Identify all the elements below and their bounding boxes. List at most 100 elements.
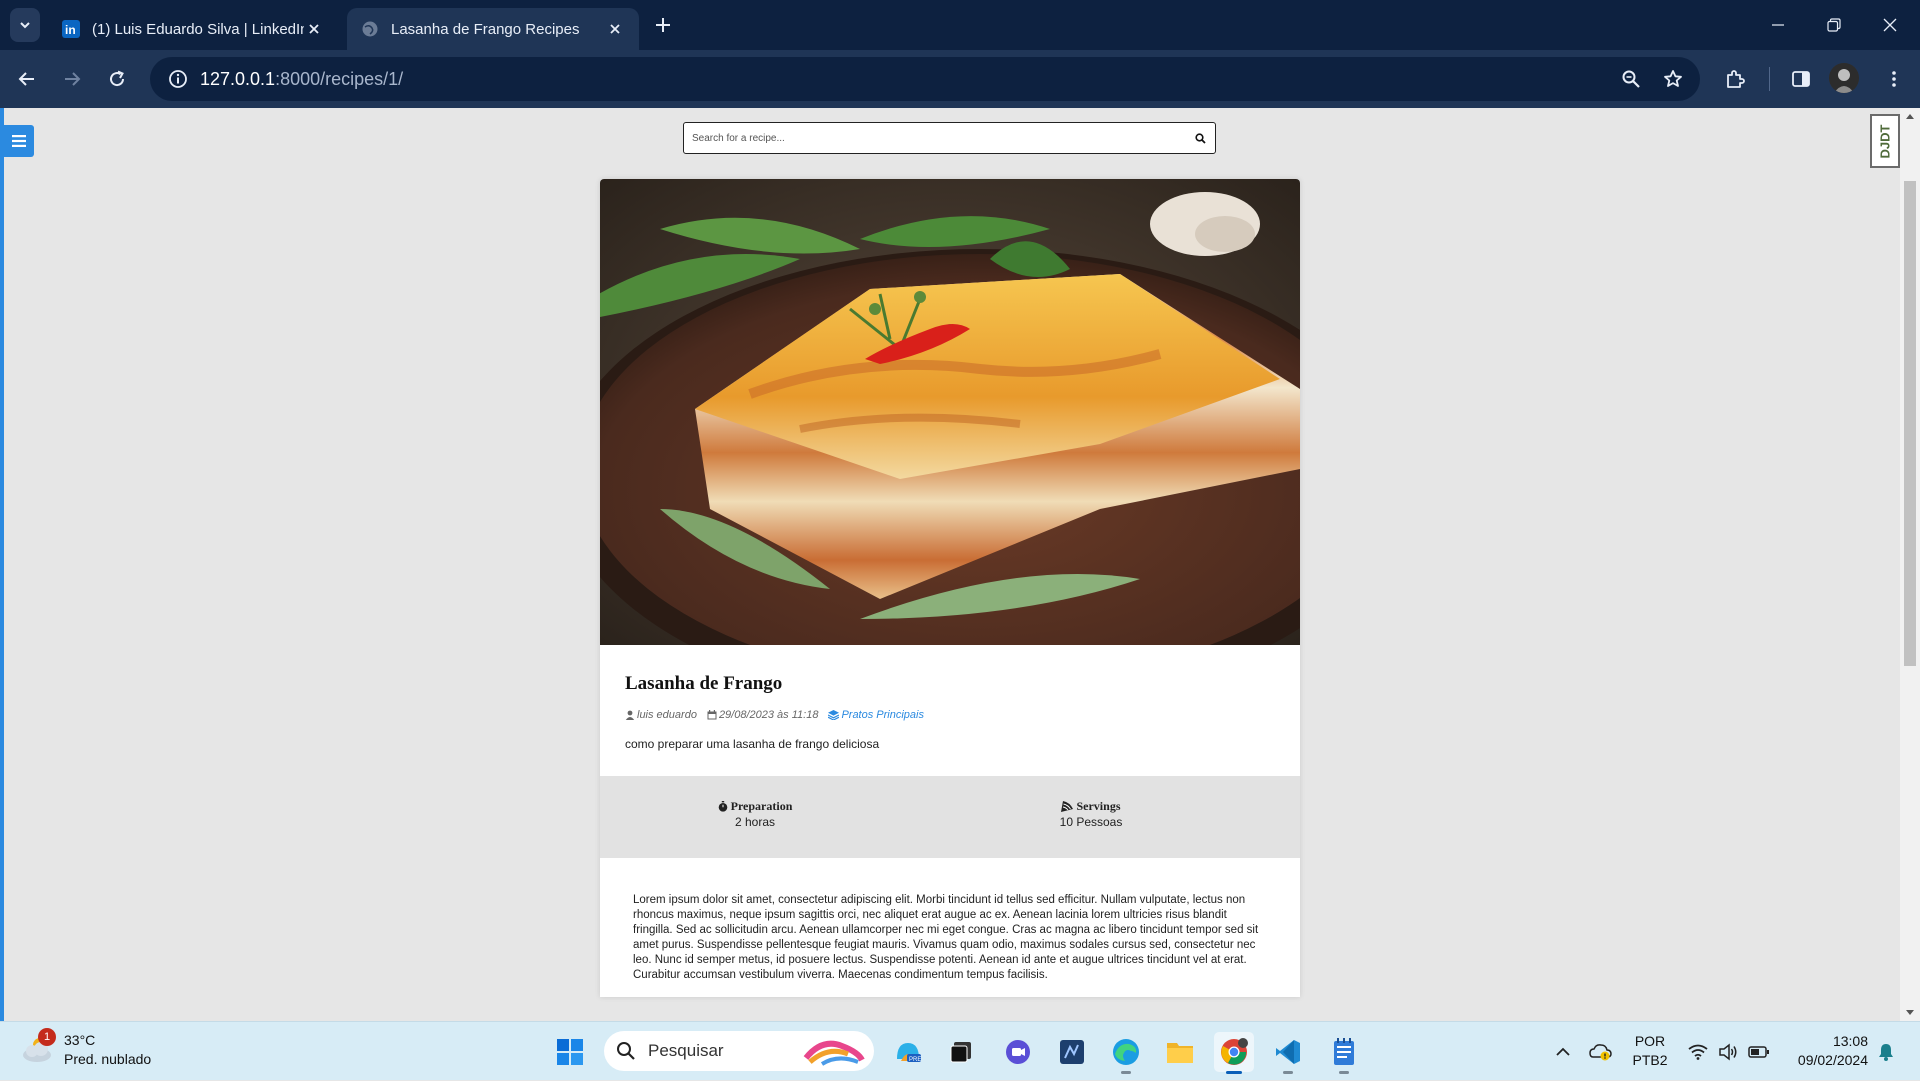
url-text[interactable]: 127.0.0.1:8000/recipes/1/ — [200, 69, 403, 90]
calendar-icon — [707, 710, 717, 720]
close-icon[interactable] — [304, 19, 324, 39]
weather-badge: 1 — [38, 1028, 56, 1046]
new-tab-button[interactable] — [648, 10, 678, 40]
weather-temperature: 33°C — [64, 1032, 96, 1048]
notification-bell-icon[interactable] — [1872, 1022, 1900, 1081]
windows-logo-icon — [557, 1039, 583, 1065]
arrow-right-icon — [65, 72, 81, 86]
close-window-button[interactable] — [1862, 0, 1918, 50]
servings-value: 10 Pessoas — [1059, 815, 1123, 829]
recipe-card: Lasanha de Frango luis eduardo 29/08/202… — [600, 179, 1300, 997]
tab-recipes[interactable]: Lasanha de Frango Recipes — [347, 8, 639, 50]
start-button[interactable] — [550, 1032, 590, 1072]
meet-app-icon[interactable] — [998, 1032, 1038, 1072]
stopwatch-icon — [718, 801, 727, 812]
page-scrollbar[interactable] — [1900, 108, 1920, 1021]
recipe-date: 29/08/2023 às 11:18 — [707, 709, 818, 721]
task-view-icon[interactable] — [942, 1032, 982, 1072]
wifi-icon[interactable] — [1684, 1022, 1712, 1081]
bookmark-star-icon[interactable] — [1657, 63, 1689, 95]
sidebar-edge — [0, 108, 4, 1021]
scroll-thumb[interactable] — [1904, 181, 1916, 666]
more-vertical-icon — [1892, 71, 1896, 87]
menu-toggle-button[interactable] — [4, 125, 34, 157]
input-language-indicator[interactable]: POR PTB2 — [1628, 1032, 1672, 1070]
minimize-button[interactable] — [1750, 0, 1806, 50]
search-button[interactable] — [1185, 123, 1215, 153]
recipe-card-body: Lasanha de Frango luis eduardo 29/08/202… — [600, 645, 1300, 776]
show-hidden-icons-button[interactable] — [1548, 1022, 1578, 1081]
recipe-description: como preparar uma lasanha de frango deli… — [625, 737, 880, 751]
recipe-meta: luis eduardo 29/08/2023 às 11:18 Pratos … — [625, 709, 1275, 721]
tab-title: Lasanha de Frango Recipes — [391, 20, 580, 38]
edge-app-icon[interactable] — [1106, 1032, 1146, 1074]
close-icon[interactable] — [605, 19, 625, 39]
onedrive-status-icon[interactable] — [1586, 1022, 1616, 1081]
recipe-instructions: Lorem ipsum dolor sit amet, consectetur … — [633, 894, 1259, 981]
plus-icon — [656, 18, 670, 32]
restore-icon — [1827, 18, 1841, 32]
extensions-button[interactable] — [1717, 61, 1753, 97]
browser-toolbar: 127.0.0.1:8000/recipes/1/ — [0, 50, 1920, 108]
windows-taskbar: 1 33°C Pred. nublado Pesquisar PRE POR P… — [0, 1021, 1920, 1080]
svg-text:in: in — [65, 23, 76, 37]
browser-menu-button[interactable] — [1876, 61, 1912, 97]
system-clock[interactable]: 13:08 09/02/2024 — [1780, 1032, 1868, 1070]
restore-button[interactable] — [1806, 0, 1862, 50]
vscode-app-icon[interactable] — [1268, 1032, 1308, 1074]
taskbar-search[interactable]: Pesquisar — [604, 1031, 874, 1071]
forward-button[interactable] — [54, 61, 90, 97]
minimize-icon — [1772, 24, 1784, 26]
servings-info: Servings 10 Pessoas — [991, 799, 1191, 829]
tab-search-button[interactable] — [10, 8, 40, 42]
notepad-app-icon[interactable] — [1324, 1032, 1364, 1074]
globe-icon — [361, 20, 379, 38]
cloud-icon: 1 — [20, 1028, 56, 1067]
hamburger-icon — [12, 135, 26, 147]
tab-linkedin[interactable]: in (1) Luis Eduardo Silva | LinkedIn — [48, 8, 338, 50]
weather-widget[interactable]: 1 33°C Pred. nublado — [20, 1028, 152, 1069]
reload-icon — [110, 70, 125, 87]
scroll-up-arrow[interactable] — [1900, 108, 1920, 124]
site-info-icon[interactable] — [156, 57, 200, 101]
profile-avatar[interactable] — [1829, 63, 1859, 93]
browser-tab-strip: in (1) Luis Eduardo Silva | LinkedIn Las… — [0, 0, 1920, 50]
puzzle-icon — [1727, 70, 1745, 88]
django-debug-toolbar-handle[interactable]: DJDT — [1870, 114, 1900, 168]
recipe-info-band: Preparation 2 horas Servings 10 Pessoas — [600, 776, 1300, 858]
svg-text:PRE: PRE — [909, 1057, 921, 1063]
toolbar-divider — [1769, 67, 1770, 91]
linkedin-icon: in — [62, 20, 80, 38]
recipe-author: luis eduardo — [625, 709, 697, 721]
search-icon — [1194, 132, 1206, 144]
battery-icon[interactable] — [1744, 1022, 1774, 1081]
recipe-title[interactable]: Lasanha de Frango — [625, 673, 1275, 695]
weather-description: Pred. nublado — [64, 1051, 152, 1067]
recipe-search-input[interactable] — [684, 132, 1185, 144]
preparation-label-row: Preparation — [655, 799, 855, 814]
close-icon — [1883, 18, 1897, 32]
chrome-app-icon[interactable] — [1214, 1032, 1254, 1074]
servings-label-row: Servings — [991, 799, 1191, 814]
back-button[interactable] — [9, 61, 45, 97]
volume-icon[interactable] — [1714, 1022, 1742, 1081]
side-panel-button[interactable] — [1783, 61, 1819, 97]
page-viewport: Lasanha de Frango luis eduardo 29/08/202… — [0, 108, 1920, 1021]
chevron-up-icon — [1556, 1047, 1570, 1056]
file-explorer-icon[interactable] — [1160, 1032, 1200, 1072]
scroll-down-arrow[interactable] — [1900, 1005, 1920, 1021]
preparation-value: 2 horas — [734, 815, 776, 829]
user-icon — [625, 710, 635, 720]
arrow-left-icon — [18, 72, 34, 86]
address-bar[interactable]: 127.0.0.1:8000/recipes/1/ — [150, 57, 1700, 101]
dev-tool-app-icon[interactable] — [1052, 1032, 1092, 1072]
pizza-slice-icon — [1061, 801, 1074, 812]
zoom-icon[interactable] — [1615, 63, 1647, 95]
recipe-category-link[interactable]: Pratos Principais — [828, 709, 924, 721]
layers-icon — [828, 710, 840, 720]
side-panel-icon — [1792, 71, 1810, 87]
copilot-app-icon[interactable]: PRE — [888, 1032, 928, 1072]
preparation-info: Preparation 2 horas — [655, 799, 855, 829]
reload-button[interactable] — [99, 61, 135, 97]
tab-title: (1) Luis Eduardo Silva | LinkedIn — [92, 20, 304, 38]
